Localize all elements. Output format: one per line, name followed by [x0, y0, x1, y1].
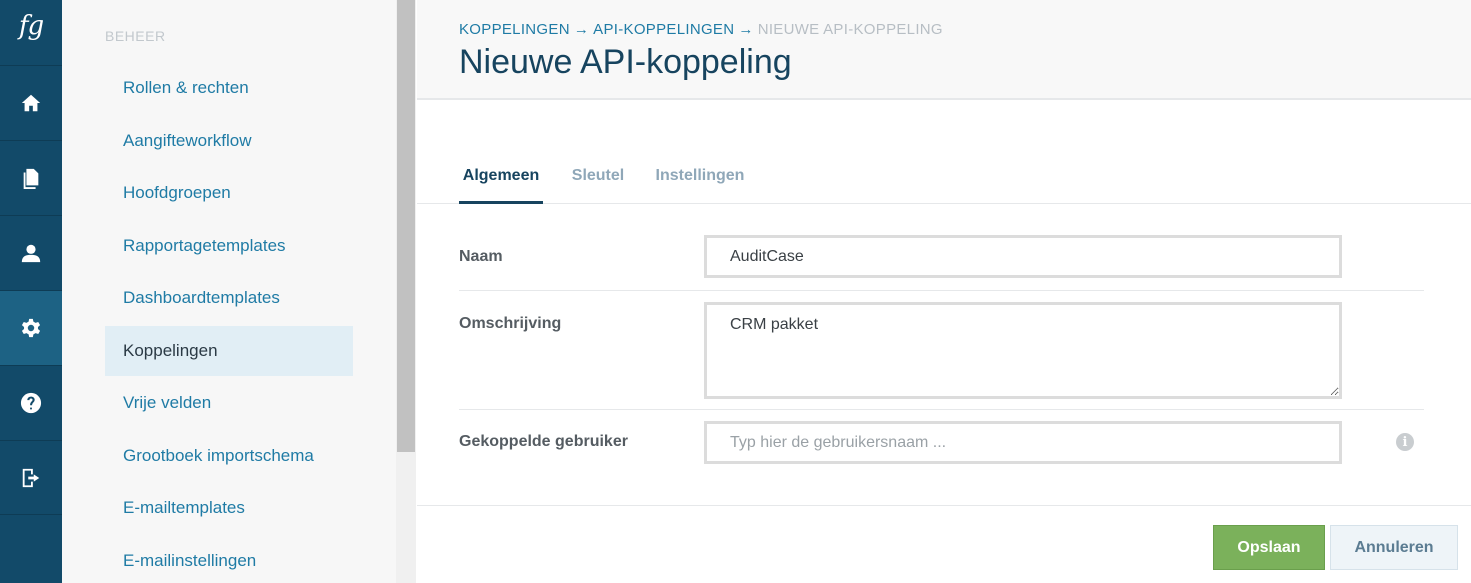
- breadcrumb-current: NIEUWE API-KOPPELING: [757, 21, 943, 38]
- row-divider: [459, 290, 1424, 291]
- page-title: Nieuwe API-koppeling: [459, 43, 792, 81]
- footer-divider: [417, 505, 1471, 506]
- save-button[interactable]: Opslaan: [1213, 525, 1325, 570]
- sidebar-item-e-mailinstellingen[interactable]: E-mailinstellingen: [105, 536, 353, 583]
- sidebar-item-grootboek-importschema[interactable]: Grootboek importschema: [105, 431, 353, 481]
- section-title: BEHEER: [105, 28, 166, 44]
- page-header: KOPPELINGEN → API-KOPPELINGEN → NIEUWE API-K…: [417, 0, 1471, 100]
- gear-icon: [21, 318, 41, 338]
- user-icon: [21, 244, 41, 263]
- icon-rail: fg: [0, 0, 62, 583]
- sidebar-item-koppelingen[interactable]: Koppelingen: [105, 325, 353, 376]
- home-icon: [21, 94, 41, 112]
- tab-sleutel[interactable]: Sleutel: [567, 156, 629, 204]
- logout-icon: [22, 468, 40, 487]
- gebruiker-input[interactable]: [704, 421, 1342, 464]
- rail-item-logout[interactable]: [0, 440, 62, 515]
- tab-bar: Algemeen Sleutel Instellingen: [417, 156, 1471, 204]
- row-divider: [459, 409, 1424, 410]
- rail-item-help[interactable]: [0, 365, 62, 440]
- sidebar-item-aangifteworkflow[interactable]: Aangifteworkflow: [105, 116, 353, 166]
- naam-label: Naam: [459, 248, 503, 265]
- sidebar-item-hoofdgroepen[interactable]: Hoofdgroepen: [105, 168, 353, 218]
- rail-item-settings[interactable]: [0, 290, 62, 365]
- naam-input[interactable]: [704, 235, 1342, 278]
- gebruiker-label: Gekoppelde gebruiker: [459, 433, 628, 450]
- cancel-button[interactable]: Annuleren: [1330, 525, 1458, 570]
- rail-item-home[interactable]: [0, 65, 62, 140]
- sidebar-item-vrije-velden[interactable]: Vrije velden: [105, 378, 353, 428]
- sidebar-item-rapportagetemplates[interactable]: Rapportagetemplates: [105, 221, 353, 271]
- breadcrumb-koppelingen[interactable]: KOPPELINGEN: [459, 21, 570, 38]
- breadcrumb: KOPPELINGEN → API-KOPPELINGEN → NIEUWE API-K…: [459, 21, 943, 38]
- sidebar-item-e-mailtemplates[interactable]: E-mailtemplates: [105, 483, 353, 533]
- breadcrumb-api-koppelingen[interactable]: API-KOPPELINGEN: [593, 21, 734, 38]
- sidebar-item-dashboardtemplates[interactable]: Dashboardtemplates: [105, 273, 353, 323]
- info-icon[interactable]: i: [1396, 433, 1414, 451]
- breadcrumb-separator: →: [573, 21, 590, 38]
- tab-algemeen[interactable]: Algemeen: [459, 156, 543, 204]
- sidebar-item-rollen-rechten[interactable]: Rollen & rechten: [105, 63, 353, 113]
- app-logo[interactable]: fg: [0, 0, 62, 52]
- scrollbar-thumb[interactable]: [397, 0, 415, 452]
- omschrijving-textarea[interactable]: CRM pakket: [704, 302, 1342, 399]
- tab-instellingen[interactable]: Instellingen: [653, 156, 747, 204]
- rail-item-users[interactable]: [0, 215, 62, 290]
- breadcrumb-separator: →: [738, 21, 754, 38]
- document-icon: [23, 168, 39, 189]
- rail-item-documents[interactable]: [0, 140, 62, 215]
- help-icon: [20, 392, 42, 414]
- omschrijving-label: Omschrijving: [459, 315, 562, 332]
